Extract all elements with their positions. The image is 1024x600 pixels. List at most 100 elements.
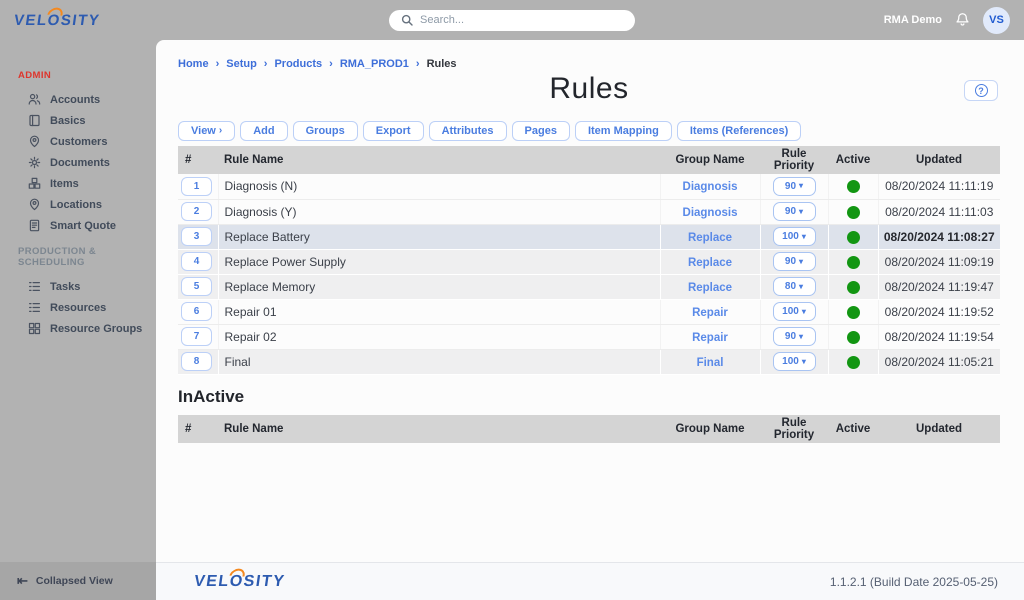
group-name-link[interactable]: Replace <box>688 282 732 294</box>
global-search[interactable] <box>389 10 635 31</box>
table-row[interactable]: 5 Replace Memory Replace 80▾ 08/20/2024 … <box>178 274 1000 299</box>
rule-name-cell: Replace Battery <box>218 224 660 249</box>
rule-priority-dropdown[interactable]: 80▾ <box>773 277 816 296</box>
inactive-rules-table: #Rule NameGroup NameRule PriorityActiveU… <box>178 415 1000 443</box>
sidebar-item-resource-groups[interactable]: Resource Groups <box>0 318 156 339</box>
breadcrumb-item-setup[interactable]: Setup <box>226 58 257 70</box>
group-name-link[interactable]: Repair <box>692 307 728 319</box>
sidebar-section-label: ADMIN <box>0 70 156 81</box>
collapse-sidebar-button[interactable]: ⇤ Collapsed View <box>0 562 156 600</box>
sidebar-item-accounts[interactable]: Accounts <box>0 89 156 110</box>
row-number-button[interactable]: 3 <box>181 227 212 246</box>
chevron-right-icon: › <box>329 58 333 70</box>
breadcrumb-item-rules: Rules <box>427 58 457 70</box>
sidebar-item-smart-quote[interactable]: Smart Quote <box>0 215 156 236</box>
rule-name-cell: Replace Memory <box>218 274 660 299</box>
sidebar-item-customers[interactable]: Customers <box>0 131 156 152</box>
group-name-link[interactable]: Replace <box>688 257 732 269</box>
row-number-button[interactable]: 4 <box>181 252 212 271</box>
table-row[interactable]: 1 Diagnosis (N) Diagnosis 90▾ 08/20/2024… <box>178 174 1000 199</box>
active-status-dot <box>847 306 860 319</box>
active-status-dot <box>847 180 860 193</box>
page-title: Rules <box>178 72 1000 106</box>
groups-button[interactable]: Groups <box>293 121 358 141</box>
table-row[interactable]: 6 Repair 01 Repair 100▾ 08/20/2024 11:19… <box>178 299 1000 324</box>
export-button[interactable]: Export <box>363 121 424 141</box>
sidebar-item-tasks[interactable]: Tasks <box>0 276 156 297</box>
row-number-button[interactable]: 8 <box>181 352 212 371</box>
attributes-button[interactable]: Attributes <box>429 121 507 141</box>
table-row[interactable]: 3 Replace Battery Replace 100▾ 08/20/202… <box>178 224 1000 249</box>
row-number-button[interactable]: 7 <box>181 327 212 346</box>
view-button[interactable]: View› <box>178 121 235 141</box>
column-header-number: # <box>178 415 218 443</box>
updated-cell: 08/20/2024 11:19:54 <box>878 324 1000 349</box>
breadcrumb-item-rma_prod1[interactable]: RMA_PROD1 <box>340 58 409 70</box>
column-header-rule-name: Rule Name <box>218 415 660 443</box>
updated-cell: 08/20/2024 11:05:21 <box>878 349 1000 374</box>
group-name-link[interactable]: Diagnosis <box>683 207 738 219</box>
avatar[interactable]: VS <box>983 7 1010 34</box>
group-name-link[interactable]: Repair <box>692 332 728 344</box>
item-mapping-button[interactable]: Item Mapping <box>575 121 672 141</box>
items-references-button[interactable]: Items (References) <box>677 121 801 141</box>
rule-name-cell: Final <box>218 349 660 374</box>
caret-down-icon: ▾ <box>799 208 803 216</box>
rule-priority-dropdown[interactable]: 100▾ <box>773 302 816 321</box>
updated-cell: 08/20/2024 11:19:47 <box>878 274 1000 299</box>
active-status-dot <box>847 356 860 369</box>
priority-value: 90 <box>785 256 796 267</box>
breadcrumb-item-home[interactable]: Home <box>178 58 209 70</box>
pages-button[interactable]: Pages <box>512 121 570 141</box>
table-row[interactable]: 8 Final Final 100▾ 08/20/2024 11:05:21 <box>178 349 1000 374</box>
toolbar-button-label: Export <box>376 125 411 137</box>
sidebar-item-items[interactable]: Items <box>0 173 156 194</box>
breadcrumb: Home›Setup›Products›RMA_PROD1›Rules <box>178 58 1000 70</box>
caret-down-icon: ▾ <box>799 333 803 341</box>
active-status-dot <box>847 256 860 269</box>
rule-priority-dropdown[interactable]: 90▾ <box>773 252 816 271</box>
toolbar-button-label: Items (References) <box>690 125 788 137</box>
chevron-right-icon: › <box>216 58 220 70</box>
toolbar-button-label: Add <box>253 125 274 137</box>
sidebar-item-locations[interactable]: Locations <box>0 194 156 215</box>
group-name-link[interactable]: Diagnosis <box>683 181 738 193</box>
bell-icon[interactable] <box>955 12 970 28</box>
toolbar: View› Add Groups Export AttributesPages Item … <box>178 121 1000 141</box>
rule-priority-dropdown[interactable]: 100▾ <box>773 352 816 371</box>
row-number-button[interactable]: 1 <box>181 177 212 196</box>
row-number-button[interactable]: 6 <box>181 302 212 321</box>
gear-icon <box>28 156 41 169</box>
sidebar-item-label: Locations <box>50 199 102 211</box>
table-row[interactable]: 4 Replace Power Supply Replace 90▾ 08/20… <box>178 249 1000 274</box>
group-name-link[interactable]: Replace <box>688 232 732 244</box>
sidebar-item-label: Smart Quote <box>50 220 116 232</box>
column-header-active: Active <box>828 415 878 443</box>
footer-velosity-logo: VELOSITY <box>193 573 287 591</box>
table-row[interactable]: 2 Diagnosis (Y) Diagnosis 90▾ 08/20/2024… <box>178 199 1000 224</box>
sidebar-item-resources[interactable]: Resources <box>0 297 156 318</box>
chevron-right-icon: › <box>264 58 268 70</box>
caret-down-icon: ▾ <box>802 233 806 241</box>
rule-priority-dropdown[interactable]: 90▾ <box>773 202 816 221</box>
sidebar-item-documents[interactable]: Documents <box>0 152 156 173</box>
workspace-name[interactable]: RMA Demo <box>884 14 942 26</box>
rule-priority-dropdown[interactable]: 90▾ <box>773 177 816 196</box>
toolbar-button-label: View <box>191 125 216 137</box>
breadcrumb-item-products[interactable]: Products <box>274 58 322 70</box>
rule-priority-dropdown[interactable]: 90▾ <box>773 327 816 346</box>
search-input[interactable] <box>420 14 623 26</box>
row-number-button[interactable]: 5 <box>181 277 212 296</box>
table-row[interactable]: 7 Repair 02 Repair 90▾ 08/20/2024 11:19:… <box>178 324 1000 349</box>
pin-icon <box>28 198 41 211</box>
help-button[interactable]: ? <box>964 80 998 101</box>
sidebar-item-basics[interactable]: Basics <box>0 110 156 131</box>
column-header-rule-priority: Rule Priority <box>760 146 828 174</box>
row-number-button[interactable]: 2 <box>181 202 212 221</box>
add-button[interactable]: Add <box>240 121 287 141</box>
group-name-link[interactable]: Final <box>697 357 724 369</box>
caret-down-icon: ▾ <box>802 308 806 316</box>
toolbar-button-label: Item Mapping <box>588 125 659 137</box>
rule-priority-dropdown[interactable]: 100▾ <box>773 227 816 246</box>
logo-swoosh-o: O <box>228 573 244 591</box>
